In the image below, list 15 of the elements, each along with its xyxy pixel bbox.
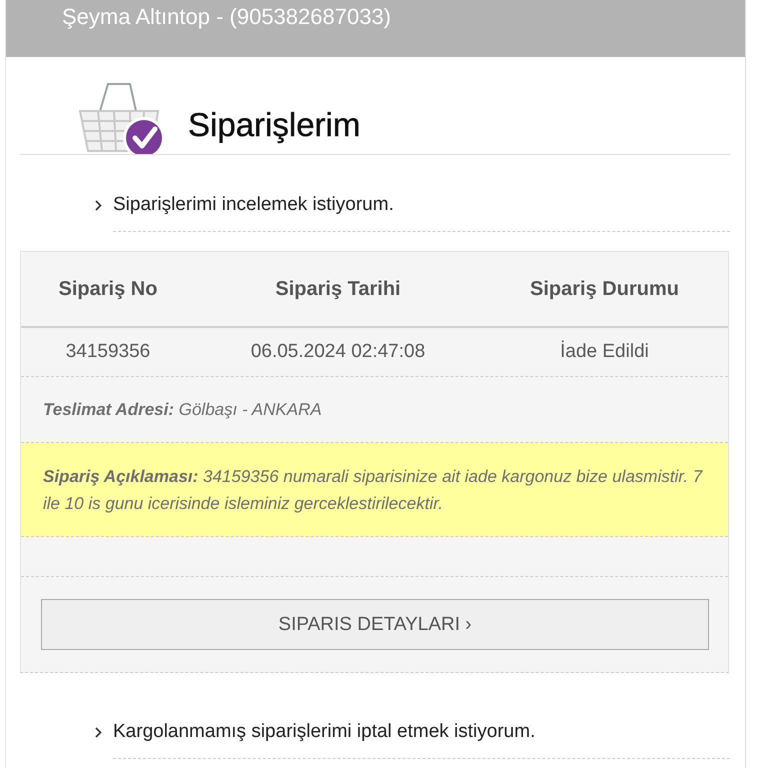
column-header: Sipariş No — [58, 278, 158, 300]
table-cell: 06.05.2024 02:47:08 — [250, 341, 426, 363]
section-link[interactable]: Kargolanmamış siparişlerimi iptal etmek istiyorum. — [113, 721, 536, 742]
chevron-right-icon — [95, 727, 102, 738]
section-link[interactable]: Siparişlerimi incelemek istiyorum. — [113, 194, 394, 215]
column-header: Sipariş Durumu — [530, 278, 679, 300]
page-title: Siparişlerim — [188, 105, 360, 145]
table-cell: 34159356 — [66, 341, 150, 363]
chevron-right-icon — [95, 200, 102, 211]
order-details-button[interactable]: SIPARIS DETAYLARI › — [41, 599, 709, 650]
order-note-text: Sipariş Açıklaması: 34159356 numarali siparisinize ait iade kargonuz bize ulasmistir. 7 ile 10 is gunu icerisinde isleminiz gerceklestirilecektir. — [43, 466, 704, 514]
delivery-address-text: Teslimat Adresi: Gölbaşı - ANKARA — [43, 399, 322, 421]
header-title: Şeyma Altıntop - (905382687033) — [62, 3, 392, 31]
table-cell: İade Edildi — [560, 341, 649, 363]
column-header: Sipariş Tarihi — [275, 278, 401, 300]
